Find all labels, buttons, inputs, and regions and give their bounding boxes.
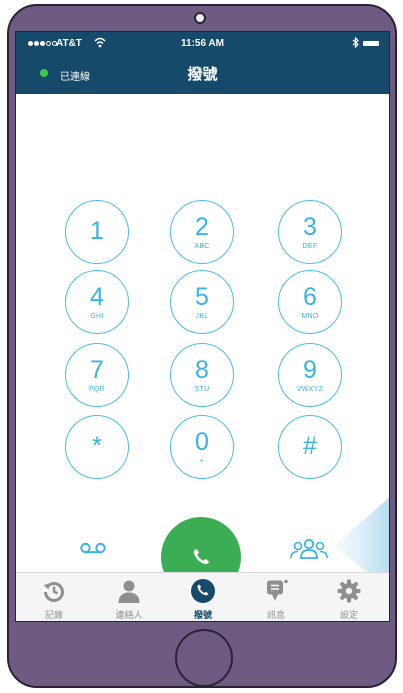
key-digit: 7	[90, 356, 104, 384]
key-letters: GHI	[90, 313, 104, 320]
key-letters: +	[199, 458, 205, 465]
key-digit: 4	[90, 283, 104, 311]
key-digit: 8	[195, 356, 209, 384]
key-8[interactable]: 8 STU	[170, 343, 234, 407]
key-digit: 9	[303, 356, 317, 384]
gear-icon	[337, 579, 361, 603]
key-0[interactable]: 0 +	[170, 415, 234, 479]
key-letters: PQR	[88, 386, 106, 393]
tab-label: 連絡人	[115, 610, 143, 620]
front-camera	[194, 12, 206, 24]
tab-label: 訊息	[266, 610, 285, 620]
key-digit: 6	[303, 283, 317, 311]
key-digit: 5	[195, 283, 209, 311]
key-4[interactable]: 4 GHI	[65, 270, 129, 334]
tab-settings[interactable]: 設定	[318, 573, 380, 621]
phone-screen: AT&T 11:56 AM 已連線 撥號 1 2 ABC 3 DEF 4 GHI…	[15, 31, 390, 622]
tab-label: 撥號	[193, 610, 212, 620]
key-2[interactable]: 2 ABC	[170, 200, 234, 264]
key-3[interactable]: 3 DEF	[278, 200, 342, 264]
contact-icon	[118, 580, 140, 603]
key-letters: MNO	[301, 313, 319, 320]
key-digit: *	[92, 432, 102, 460]
tab-dial[interactable]: 撥號	[172, 573, 234, 621]
key-letters: ABC	[194, 243, 210, 250]
phone-icon	[193, 549, 209, 565]
key-6[interactable]: 6 MNO	[278, 270, 342, 334]
key-digit: 1	[90, 217, 104, 245]
key-star[interactable]: *	[65, 415, 129, 479]
voicemail-icon[interactable]	[80, 542, 106, 554]
tab-contacts[interactable]: 連絡人	[98, 573, 160, 621]
home-button[interactable]	[175, 629, 233, 687]
tab-label: 設定	[339, 610, 358, 620]
key-hash[interactable]: #	[278, 415, 342, 479]
key-letters: STU	[194, 386, 210, 393]
key-digit: #	[303, 432, 317, 460]
key-digit: 0	[195, 428, 209, 456]
group-icon[interactable]	[290, 538, 328, 560]
tab-messages[interactable]: 訊息	[245, 573, 307, 621]
key-1[interactable]: 1	[65, 200, 129, 264]
key-5[interactable]: 5 JKL	[170, 270, 234, 334]
tab-history[interactable]: 記錄	[23, 573, 85, 621]
key-9[interactable]: 9 VWXYZ	[278, 343, 342, 407]
phone-icon	[191, 579, 215, 603]
bottom-tab-bar: 記錄 連絡人 撥號 訊息 設定	[16, 572, 389, 621]
key-letters: VWXYZ	[296, 386, 324, 393]
key-7[interactable]: 7 PQR	[65, 343, 129, 407]
key-letters: JKL	[195, 313, 209, 320]
key-digit: 2	[195, 213, 209, 241]
key-digit: 3	[303, 213, 317, 241]
page: AT&T 11:56 AM 已連線 撥號 1 2 ABC 3 DEF 4 GHI…	[0, 0, 403, 693]
key-letters: DEF	[302, 243, 318, 250]
tab-label: 記錄	[44, 610, 63, 620]
history-icon	[43, 581, 64, 602]
message-icon	[267, 579, 288, 601]
